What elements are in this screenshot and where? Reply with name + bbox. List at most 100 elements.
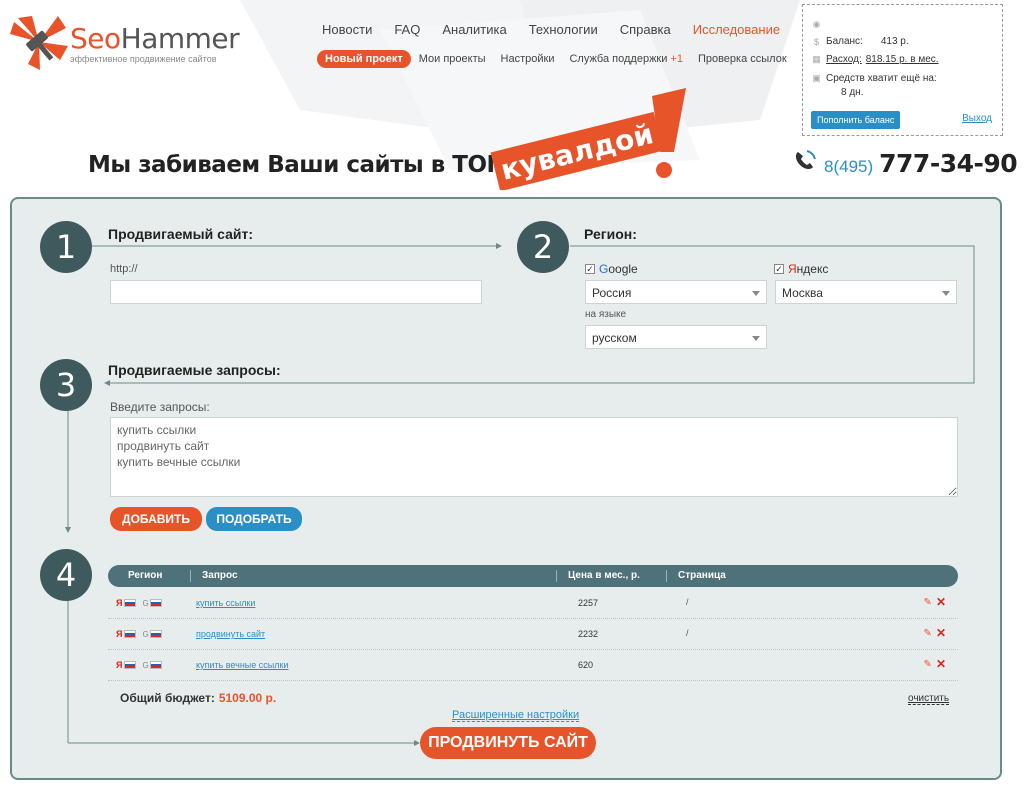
subnav-link-check[interactable]: Проверка ссылок	[698, 53, 787, 65]
phone-number: 777-34-90	[879, 149, 1018, 178]
new-project-button[interactable]: Новый проект	[317, 50, 411, 68]
language-value: русском	[592, 331, 637, 345]
nav-analytics[interactable]: Аналитика	[442, 22, 506, 37]
logout-link[interactable]: Выход	[962, 113, 992, 124]
queries-textarea[interactable]: купить ссылки продвинуть сайт купить веч…	[110, 417, 958, 497]
stamp-text: кувалдой	[497, 117, 656, 187]
nav-news[interactable]: Новости	[322, 22, 372, 37]
row-region-flags: ЯG	[116, 598, 162, 608]
support-badge: +1	[670, 53, 683, 65]
queries-table-header: Регион Запрос Цена в мес., р. Страница	[108, 565, 958, 587]
yandex-mark: Я	[116, 629, 123, 639]
col-separator	[556, 570, 557, 582]
table-row: Я G продвинуть сайт 2232 / ✎ ✕	[108, 619, 958, 650]
enough-row: ▣ Средств хватит ещё на:	[811, 73, 937, 84]
pencil-icon[interactable]: ✎	[924, 659, 932, 670]
table-row: ЯG купить ссылки 2257 / ✎ ✕	[108, 588, 958, 619]
wallet-icon: ▣	[812, 73, 821, 83]
balance-label: Баланс:	[826, 36, 863, 47]
row-page: /	[686, 628, 689, 638]
google-checkbox[interactable]: ✓ Google	[585, 262, 638, 276]
google-mark: G	[142, 629, 149, 639]
promote-site-button[interactable]: ПРОДВИНУТЬ САЙТ	[420, 727, 596, 759]
russia-flag-icon	[124, 661, 137, 669]
table-row: ЯG купить вечные ссылки 620 ✎ ✕	[108, 650, 958, 681]
pick-queries-button[interactable]: ПОДОБРАТЬ	[206, 507, 302, 531]
pencil-icon[interactable]: ✎	[924, 597, 932, 608]
pencil-icon[interactable]: ✎	[924, 628, 932, 639]
google-mark: G	[142, 660, 149, 670]
queries-label: Введите запросы:	[110, 400, 210, 414]
add-queries-button[interactable]: ДОБАВИТЬ	[110, 507, 202, 531]
subnav-my-projects[interactable]: Мои проекты	[419, 53, 486, 65]
nav-help[interactable]: Справка	[620, 22, 671, 37]
step-1-title: Продвигаемый сайт:	[108, 226, 253, 242]
expense-label: Расход:	[826, 54, 862, 65]
advanced-settings-link[interactable]: Расширенные настройки	[452, 709, 580, 722]
google-label-rest: oogle	[608, 262, 638, 276]
row-page: /	[686, 597, 689, 607]
nav-research[interactable]: Исследование	[693, 22, 780, 37]
top-nav: Новости FAQ Аналитика Технологии Справка…	[322, 22, 780, 37]
enough-label: Средств хватит ещё на:	[826, 73, 937, 84]
clear-link[interactable]: очистить	[908, 693, 950, 705]
enough-value: 8 дн.	[841, 87, 864, 98]
delete-icon[interactable]: ✕	[936, 596, 946, 608]
google-region-select[interactable]: Россия	[585, 280, 767, 304]
step-2-title: Регион:	[584, 226, 637, 242]
step-3-title: Продвигаемые запросы:	[108, 362, 281, 378]
project-form-panel: 1 Продвигаемый сайт: http:// 2 Регион: ✓…	[10, 197, 1002, 780]
step-1-badge: 1	[40, 221, 92, 273]
nav-technologies[interactable]: Технологии	[529, 22, 598, 37]
yandex-checkbox[interactable]: ✓ Яндекс	[774, 262, 828, 276]
calendar-icon: ▦	[812, 54, 821, 64]
nav-faq[interactable]: FAQ	[394, 22, 420, 37]
subnav-support[interactable]: Служба поддержки +1	[569, 53, 682, 65]
delete-icon[interactable]: ✕	[936, 627, 946, 639]
lock-row: ◉	[811, 19, 826, 30]
budget-value: 5109.00 р.	[218, 691, 277, 705]
lock-icon: ◉	[812, 19, 821, 29]
budget-label: Общий бюджет:	[120, 691, 215, 705]
step-3-badge: 3	[40, 359, 92, 411]
subnav-settings[interactable]: Настройки	[501, 53, 555, 65]
russia-flag-icon	[124, 630, 137, 638]
balance-row: $ Баланс: 413 р.	[811, 36, 909, 47]
row-region-flags: ЯG	[116, 660, 162, 670]
russia-flag-icon	[149, 599, 162, 607]
row-query-link[interactable]: купить вечные ссылки	[196, 660, 288, 670]
step-2-badge: 2	[517, 221, 569, 273]
fund-balance-button[interactable]: Пополнить баланс	[811, 111, 901, 129]
language-label: на языке	[585, 309, 627, 320]
site-url-label: http://	[110, 263, 138, 275]
google-label-g: G	[599, 262, 609, 276]
yandex-mark: Я	[116, 598, 123, 608]
language-select[interactable]: русском	[585, 325, 767, 349]
logo[interactable]: SeoHammer эффективное продвижение сайтов	[10, 14, 240, 74]
site-url-input[interactable]	[110, 280, 482, 304]
russia-flag-icon	[124, 599, 137, 607]
hammer-stamp: кувалдой	[490, 88, 686, 190]
col-separator	[666, 570, 667, 582]
logo-name-accent: Seo	[70, 22, 121, 55]
google-mark: G	[142, 598, 149, 608]
chevron-down-icon	[752, 291, 760, 296]
col-separator	[190, 570, 191, 582]
delete-icon[interactable]: ✕	[936, 658, 946, 670]
yandex-region-value: Москва	[782, 286, 823, 300]
russia-flag-icon	[149, 630, 162, 638]
row-query-link[interactable]: продвинуть сайт	[196, 629, 265, 639]
google-checkbox-box: ✓	[585, 264, 595, 274]
yandex-region-select[interactable]: Москва	[775, 280, 957, 304]
col-query: Запрос	[202, 570, 238, 581]
row-price: 2232	[578, 629, 599, 639]
col-region: Регион	[128, 570, 163, 581]
chevron-down-icon	[942, 291, 950, 296]
phone[interactable]: 8(495) 777-34-90	[792, 148, 1018, 178]
hammer-logo-icon	[10, 16, 68, 70]
support-label: Служба поддержки	[569, 53, 668, 65]
expense-row[interactable]: ▦ Расход: 818.15 р. в мес.	[811, 54, 938, 65]
phone-prefix: 8(495)	[824, 157, 874, 176]
russia-flag-icon	[149, 661, 162, 669]
row-query-link[interactable]: купить ссылки	[196, 598, 255, 608]
